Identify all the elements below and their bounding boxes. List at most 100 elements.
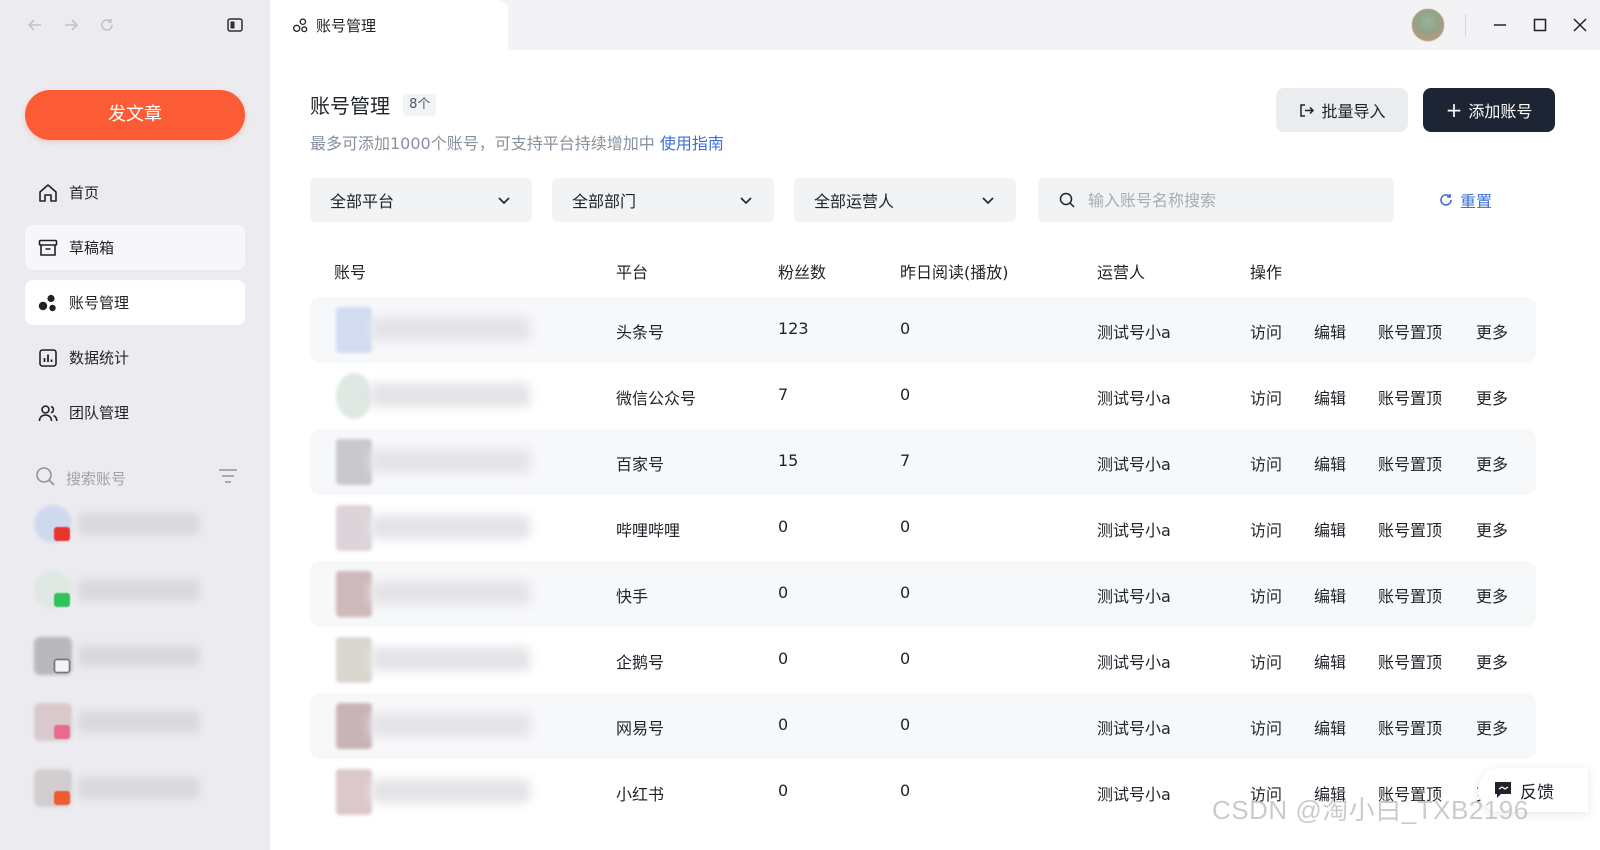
tab-strip: 账号管理 (270, 0, 1600, 50)
pin-account-link[interactable]: 账号置顶 (1378, 583, 1442, 607)
table-row: 微信公众号 7 0 测试号小a 访问 编辑 账号置顶 更多 (310, 363, 1536, 429)
more-link[interactable]: 更多 (1476, 649, 1508, 673)
more-link[interactable]: 更多 (1476, 583, 1508, 607)
edit-link[interactable]: 编辑 (1314, 385, 1346, 409)
pin-account-link[interactable]: 账号置顶 (1378, 517, 1442, 541)
reset-label: 重置 (1460, 192, 1493, 211)
visit-link[interactable]: 访问 (1250, 319, 1282, 343)
account-name-blurred (370, 515, 530, 539)
chevron-down-icon (982, 197, 994, 205)
search-icon (34, 465, 56, 491)
platform-cell: 百家号 (616, 455, 665, 474)
edit-link[interactable]: 编辑 (1314, 781, 1346, 805)
sidebar-account-item[interactable] (34, 637, 244, 703)
user-avatar[interactable] (1411, 8, 1445, 42)
minimize-icon[interactable] (1480, 0, 1520, 50)
plus-icon: + (1445, 98, 1463, 122)
publish-article-button[interactable]: 发文章 (25, 90, 245, 140)
platform-badge-icon (54, 527, 70, 541)
operator-cell: 测试号小a (1097, 389, 1171, 408)
platform-cell: 头条号 (616, 323, 665, 342)
pin-account-link[interactable]: 账号置顶 (1378, 781, 1442, 805)
edit-link[interactable]: 编辑 (1314, 583, 1346, 607)
arrow-right-icon[interactable] (58, 12, 84, 38)
fans-cell: 15 (778, 451, 799, 470)
reset-button[interactable]: 重置 (1438, 178, 1492, 222)
pin-account-link[interactable]: 账号置顶 (1378, 451, 1442, 475)
reload-icon[interactable] (94, 12, 120, 38)
account-search-input[interactable] (1088, 190, 1368, 210)
sidebar-item-stats[interactable]: 数据统计 (25, 335, 245, 380)
account-name-blurred (370, 449, 530, 473)
visit-link[interactable]: 访问 (1250, 649, 1282, 673)
chevron-down-icon (740, 197, 752, 205)
arrow-left-icon[interactable] (22, 12, 48, 38)
visit-link[interactable]: 访问 (1250, 715, 1282, 739)
edit-link[interactable]: 编辑 (1314, 517, 1346, 541)
nav-controls (22, 12, 252, 38)
visit-link[interactable]: 访问 (1250, 517, 1282, 541)
sidebar-toggle-icon[interactable] (222, 12, 248, 38)
main-panel: 账号管理 8个 最多可添加1000个账号，可支持平台持续增加中 使用指南 批量导… (270, 50, 1600, 850)
more-link[interactable]: 更多 (1476, 517, 1508, 541)
visit-link[interactable]: 访问 (1250, 583, 1282, 607)
sidebar-item-team[interactable]: 团队管理 (25, 390, 245, 435)
more-link[interactable]: 更多 (1476, 385, 1508, 409)
sidebar-item-home[interactable]: 首页 (25, 170, 245, 215)
avatar (336, 307, 372, 353)
pin-account-link[interactable]: 账号置顶 (1378, 319, 1442, 343)
window-controls (1411, 0, 1600, 50)
reads-cell: 0 (900, 517, 911, 536)
add-account-label: 添加账号 (1468, 102, 1533, 121)
visit-link[interactable]: 访问 (1250, 781, 1282, 805)
sidebar-account-item[interactable] (34, 703, 244, 769)
sidebar-menu: 首页 草稿箱 账号管理 数据统计 团队管理 (25, 170, 245, 445)
pin-account-link[interactable]: 账号置顶 (1378, 715, 1442, 739)
sidebar-item-drafts[interactable]: 草稿箱 (25, 225, 245, 270)
guide-link[interactable]: 使用指南 (660, 134, 724, 153)
platform-cell: 微信公众号 (616, 389, 697, 408)
account-name-blurred (370, 647, 530, 671)
operator-select[interactable]: 全部运营人 (794, 178, 1016, 222)
team-icon (36, 401, 60, 425)
edit-link[interactable]: 编辑 (1314, 319, 1346, 343)
tab-account-management[interactable]: 账号管理 (270, 0, 508, 50)
sidebar-item-accounts[interactable]: 账号管理 (25, 280, 245, 325)
filter-icon[interactable] (217, 466, 239, 490)
account-count-badge: 8个 (403, 93, 437, 116)
sidebar-account-item[interactable] (34, 769, 244, 835)
sidebar-account-item[interactable] (34, 571, 244, 637)
account-name-blurred (370, 779, 530, 803)
visit-link[interactable]: 访问 (1250, 451, 1282, 475)
close-icon[interactable] (1560, 0, 1600, 50)
visit-link[interactable]: 访问 (1250, 385, 1282, 409)
avatar (336, 571, 372, 617)
account-name-blurred (370, 383, 530, 407)
batch-import-button[interactable]: 批量导入 (1276, 88, 1408, 132)
edit-link[interactable]: 编辑 (1314, 649, 1346, 673)
reads-cell: 7 (900, 451, 911, 470)
platform-select[interactable]: 全部平台 (310, 178, 532, 222)
more-link[interactable]: 更多 (1476, 715, 1508, 739)
operator-cell: 测试号小a (1097, 521, 1171, 540)
edit-link[interactable]: 编辑 (1314, 715, 1346, 739)
department-select[interactable]: 全部部门 (552, 178, 774, 222)
edit-link[interactable]: 编辑 (1314, 451, 1346, 475)
feedback-icon (1495, 782, 1511, 798)
archive-icon (36, 236, 60, 260)
add-account-button[interactable]: + 添加账号 (1423, 88, 1555, 132)
sidebar-search-input[interactable]: 搜索账号 (66, 468, 217, 489)
maximize-icon[interactable] (1520, 0, 1560, 50)
table-row: 快手 0 0 测试号小a 访问 编辑 账号置顶 更多 (310, 561, 1536, 627)
account-name-blurred (78, 579, 200, 601)
sidebar-item-label: 数据统计 (69, 349, 130, 367)
pin-account-link[interactable]: 账号置顶 (1378, 385, 1442, 409)
column-header-fans: 粉丝数 (778, 263, 827, 282)
more-link[interactable]: 更多 (1476, 451, 1508, 475)
sidebar-account-item[interactable] (34, 505, 244, 571)
more-link[interactable]: 更多 (1476, 319, 1508, 343)
sidebar-account-search[interactable]: 搜索账号 (34, 464, 239, 492)
feedback-button[interactable]: 反馈 (1478, 768, 1588, 812)
sidebar-account-list (34, 505, 244, 835)
pin-account-link[interactable]: 账号置顶 (1378, 649, 1442, 673)
